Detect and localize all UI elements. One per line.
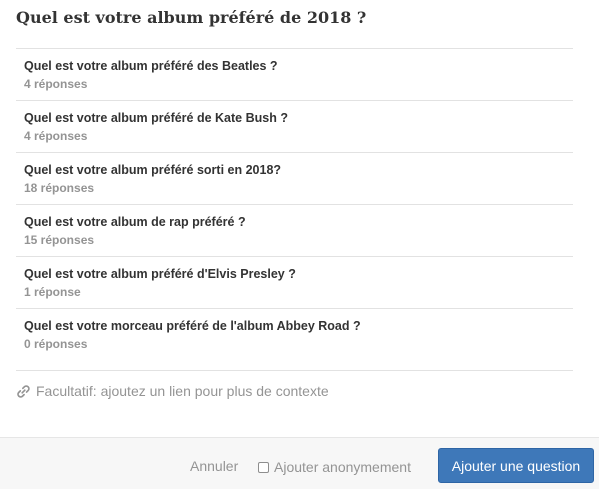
related-question-text[interactable]: Quel est votre morceau préféré de l'albu… — [24, 318, 573, 335]
answer-count: 0 réponses — [24, 337, 88, 351]
related-question-item[interactable]: Quel est votre album préféré sorti en 20… — [16, 153, 573, 205]
anonymous-checkbox[interactable] — [258, 461, 269, 473]
related-question-text[interactable]: Quel est votre album préféré sorti en 20… — [24, 162, 573, 179]
anonymous-label: Ajouter anonymement — [274, 459, 411, 475]
question-title: Quel est votre album préféré de 2018 ? — [16, 8, 367, 27]
add-context-label: Facultatif: ajoutez un lien pour plus de… — [36, 383, 329, 399]
related-questions-list: Quel est votre album préféré des Beatles… — [16, 48, 573, 371]
add-question-dialog: Quel est votre album préféré de 2018 ? Q… — [0, 0, 599, 489]
answer-count: 1 réponse — [24, 285, 81, 299]
add-question-button[interactable]: Ajouter une question — [438, 448, 594, 483]
related-question-text[interactable]: Quel est votre album préféré de Kate Bus… — [24, 110, 573, 127]
link-icon — [16, 384, 31, 399]
related-question-item[interactable]: Quel est votre morceau préféré de l'albu… — [16, 309, 573, 371]
related-question-item[interactable]: Quel est votre album préféré des Beatles… — [16, 49, 573, 101]
answer-count: 4 réponses — [24, 129, 88, 143]
cancel-link[interactable]: Annuler — [190, 458, 238, 474]
anonymous-option[interactable]: Ajouter anonymement — [258, 459, 411, 475]
related-question-item[interactable]: Quel est votre album préféré de Kate Bus… — [16, 101, 573, 153]
answer-count: 18 réponses — [24, 181, 95, 195]
dialog-footer: Annuler Ajouter anonymement Ajouter une … — [0, 437, 599, 489]
related-question-item[interactable]: Quel est votre album préféré d'Elvis Pre… — [16, 257, 573, 309]
related-question-item[interactable]: Quel est votre album de rap préféré ? 15… — [16, 205, 573, 257]
answer-count: 15 réponses — [24, 233, 95, 247]
answer-count: 4 réponses — [24, 77, 88, 91]
related-question-text[interactable]: Quel est votre album préféré d'Elvis Pre… — [24, 266, 573, 283]
related-question-text[interactable]: Quel est votre album de rap préféré ? — [24, 214, 573, 231]
add-context-link[interactable]: Facultatif: ajoutez un lien pour plus de… — [16, 383, 329, 399]
related-question-text[interactable]: Quel est votre album préféré des Beatles… — [24, 58, 573, 75]
